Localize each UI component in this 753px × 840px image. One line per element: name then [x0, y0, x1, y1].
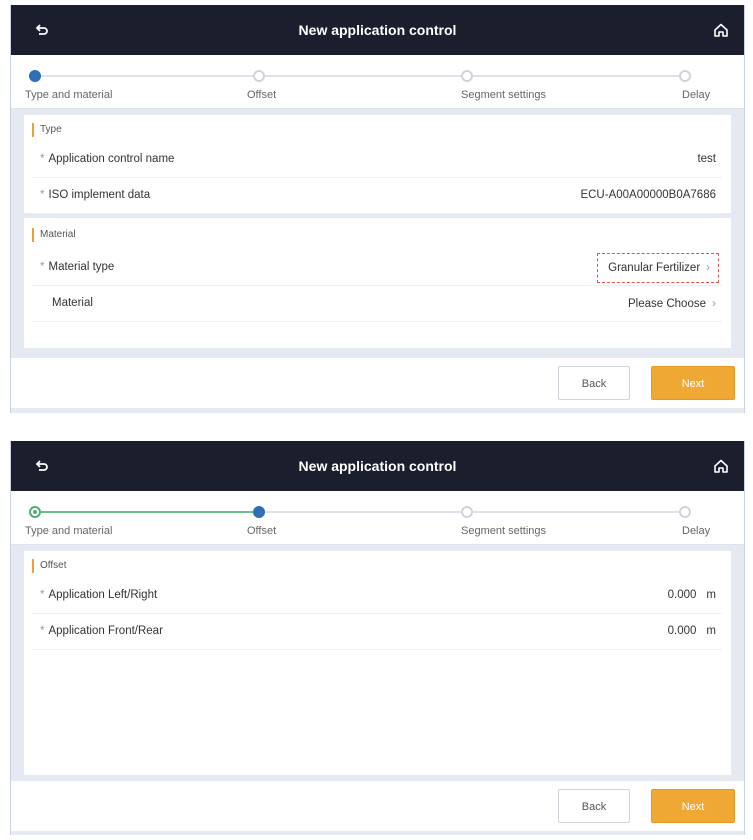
field-label: * Application Left/Right: [40, 589, 158, 601]
page-title: New application control: [298, 458, 457, 474]
section-title-type: Type: [32, 123, 62, 137]
step-label-type-and-material: Type and material: [25, 525, 113, 537]
field-label: Material: [52, 297, 93, 309]
application-control-name-row[interactable]: * Application control name test: [32, 141, 722, 178]
type-section: Type * Application control name test * ISO…: [24, 115, 731, 214]
step-label-offset: Offset: [247, 89, 277, 101]
step-dot-delay: [679, 506, 691, 518]
application-left-right-row[interactable]: * Application Left/Right 0.000 m: [32, 577, 722, 614]
iso-implement-data-row: * ISO implement data ECU-A00A00000B0A7686: [32, 177, 722, 214]
footer-bar: Back Next: [11, 358, 744, 408]
section-title-material: Material: [32, 228, 76, 242]
footer-bar: Back Next: [11, 781, 744, 831]
field-label: * ISO implement data: [40, 189, 151, 201]
application-front-rear-row[interactable]: * Application Front/Rear 0.000 m: [32, 613, 722, 650]
application-control-name-value: test: [697, 153, 716, 165]
home-button[interactable]: [708, 17, 734, 43]
chevron-right-icon: ›: [712, 296, 716, 310]
chevron-right-icon: ›: [706, 262, 710, 274]
material-value: Please Choose ›: [628, 296, 716, 310]
page-title: New application control: [298, 22, 457, 38]
back-arrow-icon: [35, 460, 48, 471]
field-label: * Application control name: [40, 153, 175, 165]
back-arrow-button[interactable]: [29, 453, 55, 479]
next-button[interactable]: Next: [651, 789, 735, 823]
step-label-segment-settings: Segment settings: [461, 89, 546, 101]
next-button[interactable]: Next: [651, 366, 735, 400]
step-dot-type-and-material: [29, 506, 41, 518]
screen-type-and-material: New application control Type and materia…: [10, 5, 745, 413]
screen-offset: New application control Type and materia…: [10, 441, 745, 835]
title-bar: New application control: [11, 5, 744, 55]
field-label: * Application Front/Rear: [40, 625, 163, 637]
step-dot-type-and-material: [29, 70, 41, 82]
required-marker: *: [40, 153, 45, 165]
step-dot-segment-settings: [461, 70, 473, 82]
back-button[interactable]: Back: [558, 366, 630, 400]
application-left-right-value: 0.000 m: [667, 589, 716, 601]
material-section: Material * Material type Granular Fertili…: [24, 218, 731, 348]
home-icon: [714, 23, 728, 37]
material-type-selector[interactable]: Granular Fertilizer ›: [597, 253, 719, 283]
home-button[interactable]: [708, 453, 734, 479]
home-icon: [714, 459, 728, 473]
required-marker: *: [40, 589, 45, 601]
required-marker: *: [40, 189, 45, 201]
application-front-rear-value: 0.000 m: [667, 625, 716, 637]
progress-stepper: Type and material Offset Segment setting…: [11, 491, 744, 545]
step-dot-delay: [679, 70, 691, 82]
step-label-offset: Offset: [247, 525, 277, 537]
step-dot-offset: [253, 506, 265, 518]
back-arrow-icon: [35, 24, 48, 35]
step-connector: [265, 511, 461, 513]
progress-stepper: Type and material Offset Segment setting…: [11, 55, 744, 109]
step-connector: [41, 511, 253, 513]
step-dot-segment-settings: [461, 506, 473, 518]
step-connector: [265, 75, 461, 77]
offset-section: Offset * Application Left/Right 0.000 m * A…: [24, 551, 731, 775]
required-marker: *: [40, 625, 45, 637]
step-label-segment-settings: Segment settings: [461, 525, 546, 537]
required-marker: *: [40, 261, 45, 273]
iso-implement-data-value: ECU-A00A00000B0A7686: [580, 189, 716, 201]
section-title-offset: Offset: [32, 559, 67, 573]
back-button[interactable]: Back: [558, 789, 630, 823]
field-label: * Material type: [40, 261, 115, 273]
material-row[interactable]: Material Please Choose ›: [32, 285, 722, 322]
step-connector: [473, 511, 679, 513]
title-bar: New application control: [11, 441, 744, 491]
step-connector: [41, 75, 253, 77]
step-label-delay: Delay: [682, 89, 711, 101]
step-label-delay: Delay: [682, 525, 711, 537]
step-label-type-and-material: Type and material: [25, 89, 113, 101]
step-dot-offset: [253, 70, 265, 82]
step-connector: [473, 75, 679, 77]
material-type-row: * Material type Granular Fertilizer ›: [32, 249, 722, 286]
back-arrow-button[interactable]: [29, 17, 55, 43]
